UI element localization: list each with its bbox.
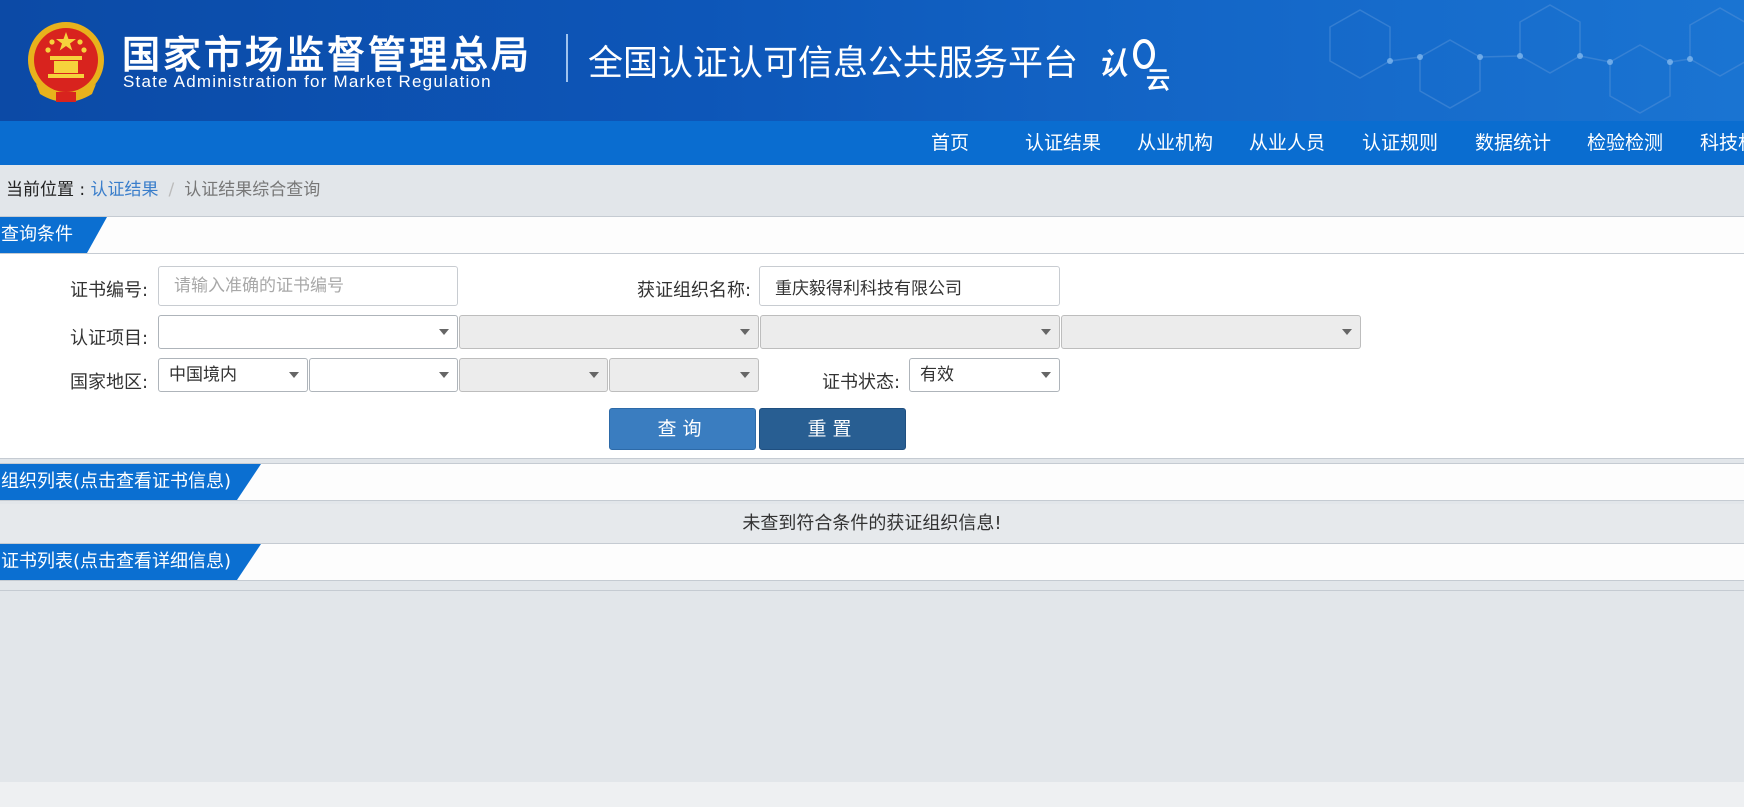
region-select-province[interactable]: [309, 358, 458, 392]
chevron-down-icon: [589, 372, 599, 378]
status-label: 证书状态:: [822, 372, 901, 393]
main-nav: 首页 认证结果 从业机构 从业人员 认证规则 数据统计 检验检测 科技机: [0, 121, 1744, 165]
chevron-down-icon: [740, 372, 750, 378]
cert-list-section-header: 证书列表(点击查看详细信息): [0, 543, 1744, 581]
national-emblem-icon: [28, 22, 104, 102]
region-label: 国家地区:: [70, 372, 149, 393]
nav-item-personnel[interactable]: 从业人员: [1249, 121, 1325, 165]
header-divider: [566, 34, 568, 82]
breadcrumb-link-cert-results[interactable]: 认证结果: [91, 180, 159, 200]
nav-item-institutions[interactable]: 从业机构: [1137, 121, 1213, 165]
renyun-logo: 认 云: [1098, 39, 1170, 92]
query-section-header: 查询条件: [0, 216, 1744, 254]
footer-strip: [0, 782, 1744, 807]
org-name-label: 获证组织名称:: [637, 280, 752, 301]
chevron-down-icon: [740, 329, 750, 335]
org-list-empty-message: 未查到符合条件的获证组织信息!: [0, 504, 1744, 544]
cert-list-title: 证书列表(点击查看详细信息): [0, 544, 261, 580]
nav-item-cert-rules[interactable]: 认证规则: [1362, 121, 1438, 165]
nav-item-statistics[interactable]: 数据统计: [1475, 121, 1551, 165]
region-select-country[interactable]: 中国境内: [158, 358, 308, 392]
org-list-title: 组织列表(点击查看证书信息): [0, 464, 261, 500]
org-name-cn: 国家市场监督管理总局: [122, 33, 533, 77]
cert-no-input[interactable]: [158, 266, 458, 306]
breadcrumb: 当前位置 : 认证结果 / 认证结果综合查询: [6, 175, 320, 200]
header-banner: 国家市场监督管理总局 State Administration for Mark…: [0, 0, 1744, 121]
cert-list-content: [0, 590, 1744, 783]
chevron-down-icon: [1342, 329, 1352, 335]
platform-title: 全国认证认可信息公共服务平台: [588, 44, 1079, 84]
nav-item-cert-results[interactable]: 认证结果: [1025, 121, 1101, 165]
reset-button[interactable]: 重置: [759, 408, 906, 450]
org-name-en: State Administration for Market Regulati…: [123, 72, 492, 91]
status-select-value: 有效: [920, 365, 954, 385]
breadcrumb-separator: /: [168, 180, 175, 200]
chevron-down-icon: [439, 372, 449, 378]
region-select-value: 中国境内: [169, 365, 237, 385]
org-list-section-header: 组织列表(点击查看证书信息): [0, 463, 1744, 501]
region-select-city: [459, 358, 608, 392]
breadcrumb-current: 认证结果综合查询: [184, 180, 321, 200]
org-name-input[interactable]: [759, 266, 1060, 306]
nav-item-home[interactable]: 首页: [931, 121, 969, 165]
nav-item-inspection[interactable]: 检验检测: [1587, 121, 1663, 165]
hexagon-network-decoration: [1329, 4, 1744, 114]
cert-project-select-2: [459, 315, 759, 349]
cert-no-label: 证书编号:: [70, 280, 149, 301]
query-button[interactable]: 查询: [609, 408, 756, 450]
chevron-down-icon: [289, 372, 299, 378]
cert-project-select-4: [1061, 315, 1361, 349]
query-section-title: 查询条件: [0, 217, 107, 253]
region-select-district: [609, 358, 759, 392]
cert-project-select-3: [760, 315, 1060, 349]
chevron-down-icon: [439, 329, 449, 335]
cert-project-select-1[interactable]: [158, 315, 458, 349]
chevron-down-icon: [1041, 329, 1051, 335]
breadcrumb-label: 当前位置 :: [6, 180, 91, 200]
cert-project-label: 认证项目:: [70, 328, 149, 349]
nav-item-tech[interactable]: 科技机: [1700, 121, 1744, 165]
status-select[interactable]: 有效: [909, 358, 1060, 392]
svg-text:认: 认: [1098, 47, 1128, 82]
chevron-down-icon: [1041, 372, 1051, 378]
svg-text:云: 云: [1146, 66, 1170, 92]
